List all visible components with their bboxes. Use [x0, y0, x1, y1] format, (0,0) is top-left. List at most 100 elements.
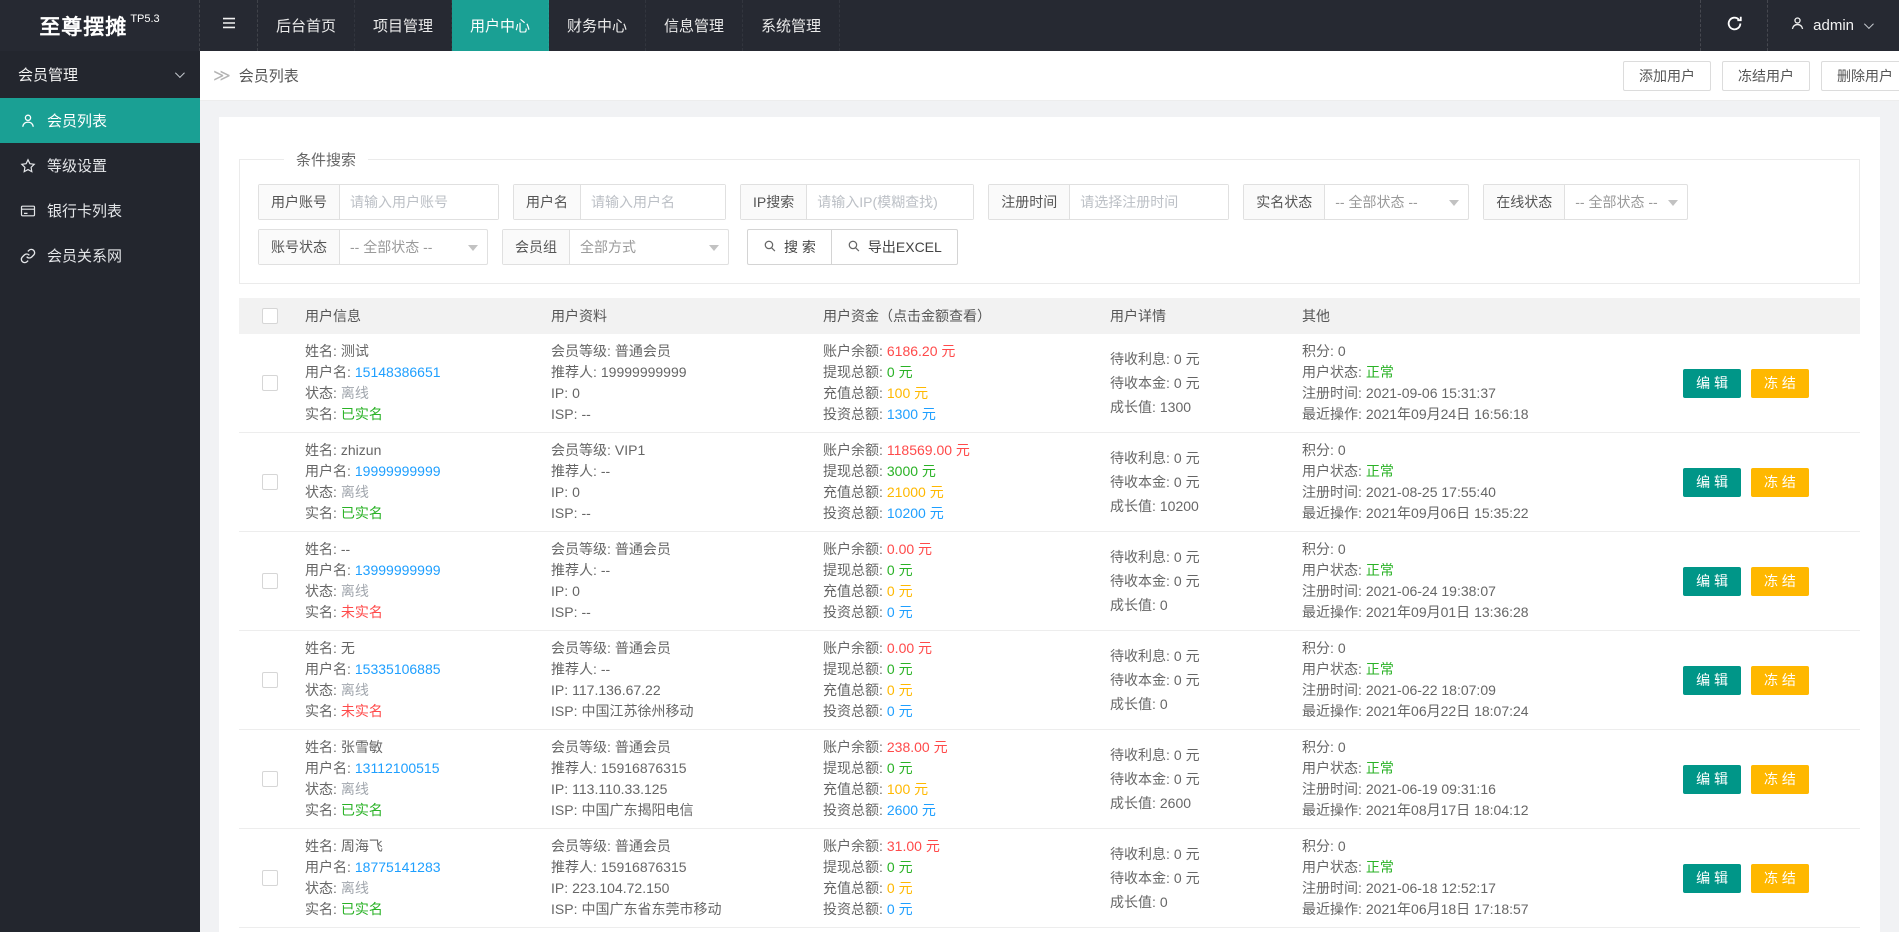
search-button[interactable]: 搜 索 [747, 229, 832, 265]
field-value[interactable]: 10200 元 [887, 505, 944, 521]
field-value[interactable]: 238.00 元 [887, 739, 948, 755]
field-value[interactable]: 0 元 [887, 901, 913, 917]
freeze-user-button[interactable]: 冻结用户 [1722, 60, 1810, 91]
field-label: 会员等级: [551, 640, 611, 656]
field-value[interactable]: 1300 元 [887, 406, 936, 422]
sidebar-section-member-management[interactable]: 会员管理 [0, 51, 200, 98]
field-label: 最近操作: [1302, 406, 1362, 422]
search-field-account-input[interactable] [340, 185, 498, 219]
nav-finance[interactable]: 财务中心 [549, 0, 646, 51]
field-line: ISP: 中国广东省东莞市移动 [551, 899, 819, 920]
row-checkbox[interactable] [262, 375, 278, 391]
field-value[interactable]: 0 元 [887, 859, 913, 875]
search-field-realname-status-select[interactable]: -- 全部状态 -- [1325, 185, 1468, 219]
cell-profile: 会员等级: 普通会员 推荐人: 19999999999 IP: 0 ISP: -- [547, 341, 819, 425]
freeze-button[interactable]: 冻 结 [1751, 665, 1809, 695]
field-value[interactable]: 31.00 元 [887, 838, 940, 854]
edit-button[interactable]: 编 辑 [1683, 863, 1741, 893]
edit-button[interactable]: 编 辑 [1683, 467, 1741, 497]
field-value[interactable]: 0 元 [887, 682, 913, 698]
field-value[interactable]: 6186.20 元 [887, 343, 956, 359]
field-value[interactable]: 21000 元 [887, 484, 944, 500]
edit-button[interactable]: 编 辑 [1683, 368, 1741, 398]
field-label: 投资总额: [823, 901, 883, 917]
field-line: 注册时间: 2021-09-06 15:31:37 [1302, 383, 1628, 404]
field-value[interactable]: 13112100515 [355, 760, 440, 776]
freeze-button[interactable]: 冻 结 [1751, 566, 1809, 596]
nav-project[interactable]: 项目管理 [355, 0, 452, 51]
sidebar-menu: 会员列表 等级设置 银行卡列表会员关系网 [0, 98, 200, 278]
field-line: IP: 113.110.33.125 [551, 779, 819, 800]
field-value[interactable]: 118569.00 元 [887, 442, 970, 458]
freeze-button[interactable]: 冻 结 [1751, 764, 1809, 794]
field-value: 0 [572, 484, 580, 500]
field-label: 成长值: [1110, 597, 1156, 613]
nav-user-center[interactable]: 用户中心 [452, 0, 549, 51]
field-value: 普通会员 [614, 739, 671, 755]
search-field-ip-input[interactable] [807, 185, 974, 219]
export-excel-button[interactable]: 导出EXCEL [830, 229, 958, 265]
search-field-username-input[interactable] [581, 185, 725, 219]
select-all-checkbox[interactable] [262, 308, 278, 324]
sidebar-item-label: 会员关系网 [47, 248, 123, 265]
field-label: 姓名: [305, 343, 337, 359]
field-value[interactable]: 0 元 [887, 703, 913, 719]
field-line: ISP: 中国广东揭阳电信 [551, 800, 819, 821]
nav-dashboard[interactable]: 后台首页 [258, 0, 355, 51]
edit-button[interactable]: 编 辑 [1683, 764, 1741, 794]
field-value[interactable]: 0 元 [887, 364, 913, 380]
search-field-regtime-input[interactable] [1070, 185, 1229, 219]
field-value[interactable]: 0 元 [887, 562, 913, 578]
user-menu[interactable]: admin [1768, 0, 1899, 51]
sidebar-item-level-settings[interactable]: 等级设置 [0, 143, 200, 188]
sidebar-item-bank-cards[interactable]: 银行卡列表 [0, 188, 200, 233]
user-icon [1790, 16, 1805, 35]
field-value: 2021年06月22日 18:07:24 [1365, 703, 1529, 719]
field-value: -- [600, 661, 611, 677]
freeze-button[interactable]: 冻 结 [1751, 368, 1809, 398]
field-value[interactable]: 18775141283 [355, 859, 441, 875]
freeze-button[interactable]: 冻 结 [1751, 467, 1809, 497]
sidebar-item-member-list[interactable]: 会员列表 [0, 98, 200, 143]
field-label: 用户名: [305, 859, 351, 875]
field-line: 注册时间: 2021-08-25 17:55:40 [1302, 482, 1628, 503]
field-value[interactable]: 19999999999 [355, 463, 441, 479]
search-field-account-status-select[interactable]: -- 全部状态 -- [340, 230, 487, 264]
search-field-label: 账号状态 [259, 230, 340, 264]
row-checkbox[interactable] [262, 771, 278, 787]
cell-other: 积分: 0 用户状态: 正常 注册时间: 2021-06-18 12:52:17 最近操作:… [1298, 836, 1628, 920]
search-field-member-group-select[interactable]: 全部方式 [570, 230, 728, 264]
row-checkbox[interactable] [262, 573, 278, 589]
search-field-online-status-select[interactable]: -- 全部状态 -- [1565, 185, 1687, 219]
sidebar-item-member-network[interactable]: 会员关系网 [0, 233, 200, 278]
nav-message[interactable]: 信息管理 [646, 0, 743, 51]
field-value[interactable]: 15148386651 [355, 364, 441, 380]
edit-button[interactable]: 编 辑 [1683, 566, 1741, 596]
field-value[interactable]: 100 元 [887, 385, 928, 401]
field-value[interactable]: 13999999999 [355, 562, 441, 578]
field-value: 普通会员 [614, 640, 671, 656]
row-checkbox[interactable] [262, 672, 278, 688]
field-value[interactable]: 100 元 [887, 781, 928, 797]
field-value[interactable]: 0 元 [887, 583, 913, 599]
delete-user-button[interactable]: 删除用户 [1821, 60, 1899, 91]
row-checkbox[interactable] [262, 870, 278, 886]
add-user-button[interactable]: 添加用户 [1623, 60, 1711, 91]
sidebar-toggle-button[interactable] [200, 0, 258, 51]
field-value[interactable]: 0 元 [887, 880, 913, 896]
field-value[interactable]: 2600 元 [887, 802, 936, 818]
field-value[interactable]: 0 元 [887, 604, 913, 620]
field-value[interactable]: 0 元 [887, 760, 913, 776]
row-actions: 编 辑冻 结 [1628, 467, 1860, 497]
field-value[interactable]: 0 元 [887, 661, 913, 677]
row-checkbox[interactable] [262, 474, 278, 490]
field-label: IP: [551, 583, 569, 599]
freeze-button[interactable]: 冻 结 [1751, 863, 1809, 893]
refresh-button[interactable] [1700, 0, 1769, 51]
nav-system[interactable]: 系统管理 [743, 0, 840, 51]
field-value[interactable]: 0.00 元 [887, 541, 932, 557]
edit-button[interactable]: 编 辑 [1683, 665, 1741, 695]
field-value[interactable]: 15335106885 [355, 661, 441, 677]
field-value[interactable]: 0.00 元 [887, 640, 932, 656]
field-value[interactable]: 3000 元 [887, 463, 936, 479]
